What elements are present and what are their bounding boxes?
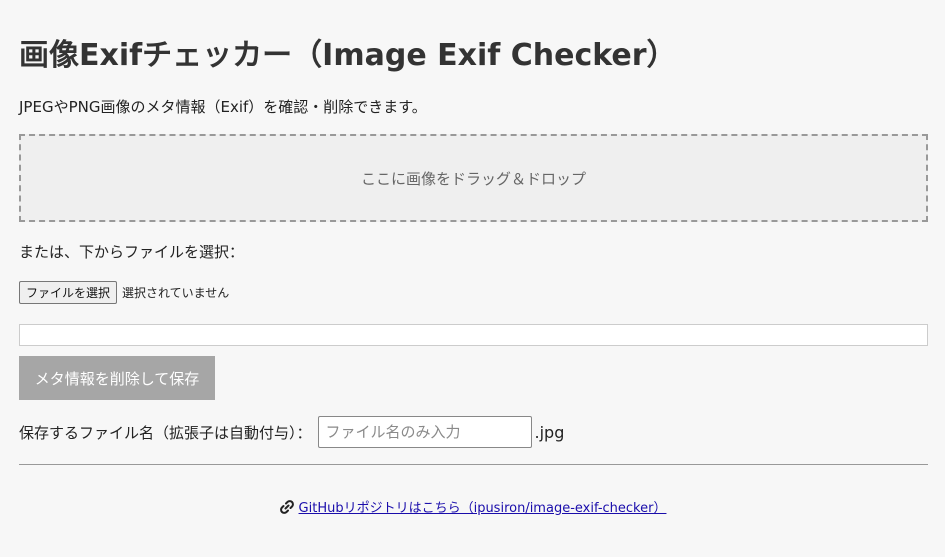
github-link[interactable]: GitHubリポジトリはこちら（ipusiron/image-exif-chec…: [299, 501, 667, 516]
page-description: JPEGやPNG画像のメタ情報（Exif）を確認・削除できます。: [19, 98, 427, 116]
remove-metadata-button[interactable]: メタ情報を削除して保存: [19, 356, 215, 400]
filename-input[interactable]: [317, 416, 532, 448]
filename-row: 保存するファイル名（拡張子は自動付与）： .jpg: [19, 416, 564, 448]
drop-zone-label: ここに画像をドラッグ＆ドロップ: [360, 169, 586, 188]
file-input-row: ファイルを選択 選択されていません: [19, 281, 229, 304]
drop-zone[interactable]: ここに画像をドラッグ＆ドロップ: [19, 134, 928, 222]
divider: [19, 464, 928, 465]
link-icon: [279, 499, 295, 515]
footer: GitHubリポジトリはこちら（ipusiron/image-exif-chec…: [0, 497, 945, 516]
file-status-text: 選択されていません: [122, 286, 230, 300]
choose-file-button[interactable]: ファイルを選択: [19, 281, 118, 304]
page-title: 画像Exifチェッカー（Image Exif Checker）: [19, 38, 677, 73]
file-extension: .jpg: [534, 422, 565, 442]
file-select-intro: または、下からファイルを選択：: [19, 243, 245, 261]
app-page: 画像Exifチェッカー（Image Exif Checker） JPEGやPNG…: [0, 0, 945, 557]
filename-label: 保存するファイル名（拡張子は自動付与）：: [19, 423, 312, 442]
metadata-output-box: [19, 324, 928, 346]
